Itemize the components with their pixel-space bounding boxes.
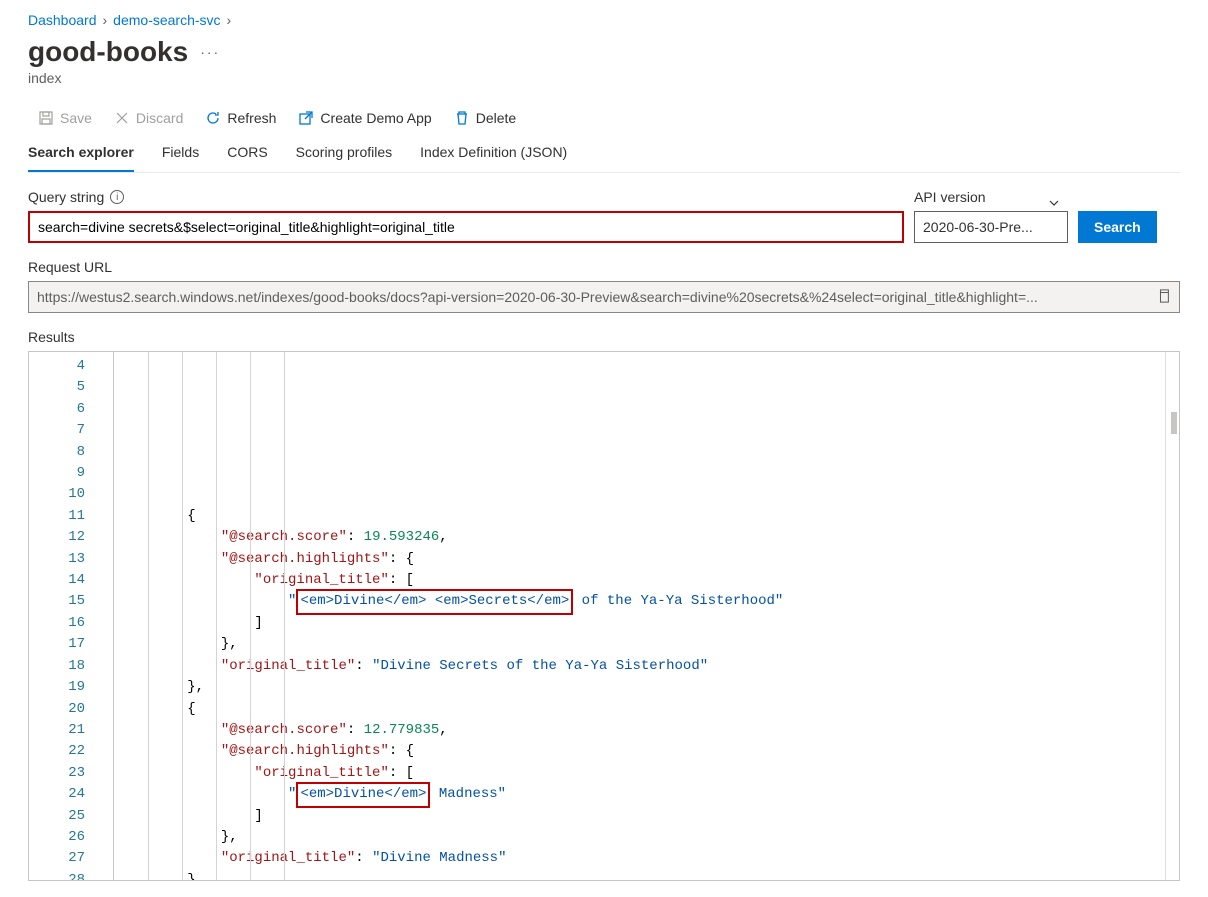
- api-version-label: API version: [914, 189, 986, 205]
- line-number: 10: [29, 484, 85, 505]
- api-version-selected: 2020-06-30-Pre...: [923, 219, 1033, 235]
- discard-button-label: Discard: [136, 110, 183, 126]
- code-line: },: [120, 827, 1179, 848]
- line-number: 21: [29, 720, 85, 741]
- delete-icon: [454, 110, 470, 126]
- code-line: },: [120, 677, 1179, 698]
- refresh-button-label: Refresh: [227, 110, 276, 126]
- line-number: 19: [29, 677, 85, 698]
- code-line: },: [120, 870, 1179, 881]
- search-button[interactable]: Search: [1078, 211, 1157, 243]
- line-number: 11: [29, 506, 85, 527]
- code-line: ]: [120, 613, 1179, 634]
- results-editor[interactable]: 4567891011121314151617181920212223242526…: [28, 351, 1180, 881]
- delete-button-label: Delete: [476, 110, 516, 126]
- code-line: "@search.score": 12.779835,: [120, 720, 1179, 741]
- request-url-box: https://westus2.search.windows.net/index…: [28, 281, 1180, 313]
- line-number: 25: [29, 806, 85, 827]
- tab-search-explorer[interactable]: Search explorer: [28, 144, 134, 172]
- scrollbar-thumb[interactable]: [1171, 412, 1177, 434]
- line-number: 15: [29, 591, 85, 612]
- chevron-right-icon: ›: [103, 12, 108, 28]
- results-label: Results: [28, 329, 1180, 345]
- code-line: "@search.highlights": {: [120, 549, 1179, 570]
- toolbar: Save Discard Refresh Create Demo App Del…: [28, 106, 1180, 130]
- line-number: 13: [29, 549, 85, 570]
- code-line: "@search.score": 19.593246,: [120, 527, 1179, 548]
- create-demo-app-label: Create Demo App: [320, 110, 431, 126]
- line-number: 26: [29, 827, 85, 848]
- line-number: 5: [29, 377, 85, 398]
- tabs: Search explorer Fields CORS Scoring profile…: [28, 144, 1180, 173]
- code-line: {: [120, 699, 1179, 720]
- line-number: 27: [29, 848, 85, 869]
- line-number: 20: [29, 699, 85, 720]
- line-number: 16: [29, 613, 85, 634]
- editor-minimap[interactable]: [1165, 352, 1179, 880]
- code-line: ]: [120, 806, 1179, 827]
- code-line: {: [120, 506, 1179, 527]
- query-string-input[interactable]: [30, 213, 902, 241]
- page-title: good-books: [28, 36, 188, 68]
- code-line: "<em>Divine</em> Madness": [120, 784, 1179, 805]
- code-line: "original_title": [: [120, 570, 1179, 591]
- tab-cors[interactable]: CORS: [227, 144, 267, 172]
- refresh-icon: [205, 110, 221, 126]
- code-line: "original_title": [: [120, 763, 1179, 784]
- code-line: "<em>Divine</em> <em>Secrets</em> of the…: [120, 591, 1179, 612]
- query-highlight-annotation: [28, 211, 904, 243]
- code-line: "@search.highlights": {: [120, 741, 1179, 762]
- line-number: 4: [29, 356, 85, 377]
- line-number: 17: [29, 634, 85, 655]
- breadcrumb: Dashboard › demo-search-svc ›: [28, 12, 1180, 28]
- create-demo-app-button[interactable]: Create Demo App: [288, 106, 441, 130]
- info-icon[interactable]: i: [110, 190, 124, 204]
- code-line: "original_title": "Divine Secrets of the…: [120, 656, 1179, 677]
- delete-button[interactable]: Delete: [444, 106, 526, 130]
- save-button: Save: [28, 106, 102, 130]
- line-number: 23: [29, 763, 85, 784]
- breadcrumb-link-dashboard[interactable]: Dashboard: [28, 12, 97, 28]
- line-number: 6: [29, 399, 85, 420]
- save-button-label: Save: [60, 110, 92, 126]
- request-url-label: Request URL: [28, 259, 1180, 275]
- line-number: 14: [29, 570, 85, 591]
- line-number: 7: [29, 420, 85, 441]
- line-number: 24: [29, 784, 85, 805]
- query-string-label: Query string: [28, 189, 104, 205]
- line-number: 8: [29, 442, 85, 463]
- open-external-icon: [298, 110, 314, 126]
- code-line: "original_title": "Divine Madness": [120, 848, 1179, 869]
- highlight-annotation: <em>Divine</em> <em>Secrets</em>: [296, 589, 573, 614]
- refresh-button[interactable]: Refresh: [195, 106, 286, 130]
- save-icon: [38, 110, 54, 126]
- line-number: 28: [29, 870, 85, 881]
- highlight-annotation: <em>Divine</em>: [296, 782, 430, 807]
- line-number: 22: [29, 741, 85, 762]
- chevron-right-icon: ›: [227, 12, 232, 28]
- discard-button: Discard: [104, 106, 193, 130]
- resource-type-label: index: [28, 70, 1180, 86]
- line-number: 12: [29, 527, 85, 548]
- tab-scoring-profiles[interactable]: Scoring profiles: [296, 144, 393, 172]
- copy-icon[interactable]: [1157, 289, 1171, 306]
- request-url-text: https://westus2.search.windows.net/index…: [37, 289, 1149, 305]
- line-number: 18: [29, 656, 85, 677]
- api-version-select[interactable]: 2020-06-30-Pre...: [914, 211, 1068, 243]
- line-number: 9: [29, 463, 85, 484]
- tab-index-definition-json-[interactable]: Index Definition (JSON): [420, 144, 567, 172]
- breadcrumb-link-service[interactable]: demo-search-svc: [113, 12, 220, 28]
- tab-fields[interactable]: Fields: [162, 144, 199, 172]
- code-line: },: [120, 634, 1179, 655]
- more-actions-icon[interactable]: ···: [200, 44, 220, 60]
- discard-icon: [114, 110, 130, 126]
